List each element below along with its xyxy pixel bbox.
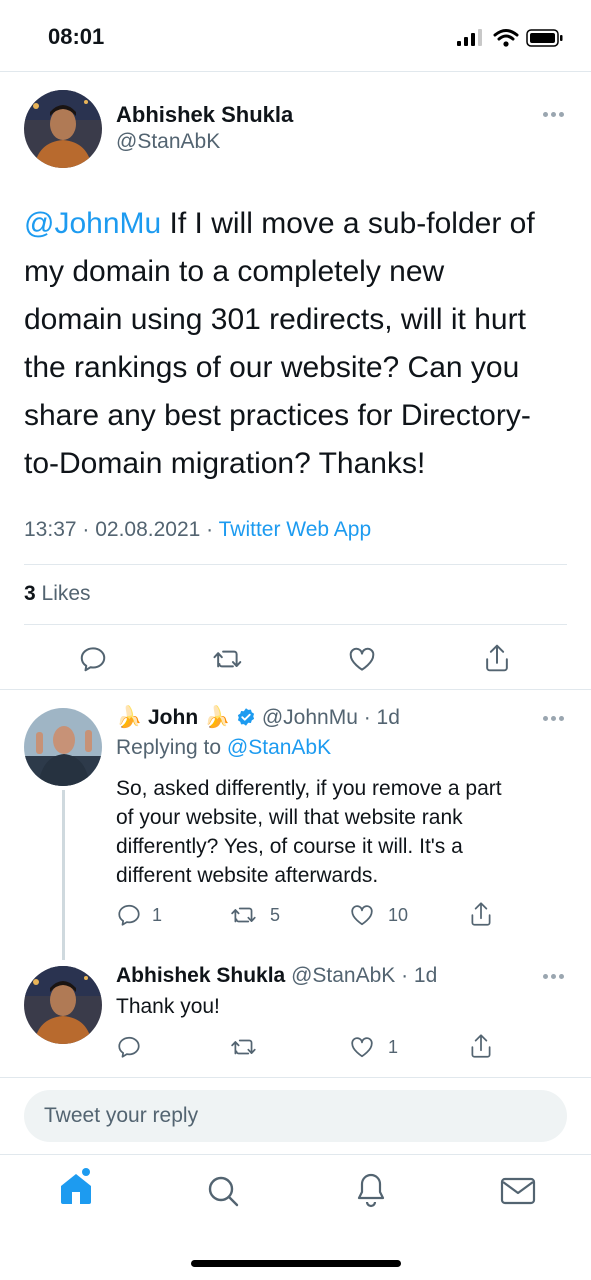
thread-connector	[62, 790, 65, 960]
reply2-header: Abhishek Shukla @StanAbK · 1d	[116, 964, 437, 988]
reply2-author-name[interactable]: Abhishek Shukla	[116, 964, 285, 987]
reply1-line-4: different website afterwards.	[116, 864, 379, 887]
tweet-timestamp: 13:37 · 02.08.2021 ·	[24, 518, 214, 541]
reply1-reply-icon[interactable]	[116, 902, 142, 928]
replying-to: Replying to @StanAbK	[116, 736, 331, 760]
likes-count: 3	[24, 582, 36, 605]
battery-icon	[526, 28, 564, 48]
more-options-icon[interactable]	[543, 112, 564, 117]
tweet-line-3: domain using 301 redirects, will it hurt	[24, 303, 526, 336]
like-icon[interactable]	[346, 644, 378, 674]
author-name[interactable]: Abhishek Shukla	[116, 102, 293, 128]
reply2-like-icon[interactable]	[348, 1034, 376, 1060]
reply1-retweet-count: 5	[270, 905, 281, 925]
reply-icon[interactable]	[78, 644, 108, 674]
tweet-text: @JohnMu If I will move a sub-folder of m…	[24, 200, 574, 488]
reply1-header: 🍌 John 🍌 @JohnMu · 1d	[116, 706, 400, 730]
banana-emoji-suffix: 🍌	[204, 706, 231, 729]
tweet-line-5: share any best practices for Directory-	[24, 399, 531, 432]
tweet-meta: 13:37 · 02.08.2021 · Twitter Web App	[24, 518, 371, 542]
author-handle[interactable]: @StanAbK	[116, 130, 220, 154]
reply1-reply-count: 1	[152, 905, 163, 925]
reply2-retweet-icon[interactable]	[230, 1034, 258, 1060]
reply1-line-2: of your website, will that website rank	[116, 806, 463, 829]
header-divider	[0, 71, 591, 72]
share-icon[interactable]	[482, 642, 512, 674]
messages-icon[interactable]	[500, 1176, 536, 1206]
reply2-handle-time[interactable]: @StanAbK · 1d	[291, 964, 437, 987]
cellular-signal-icon	[456, 28, 484, 48]
wifi-icon	[493, 28, 519, 48]
reply1-share-icon[interactable]	[468, 900, 494, 928]
reply-author-avatar[interactable]	[24, 708, 102, 786]
tweet-line-2: my domain to a completely new	[24, 255, 445, 288]
tweet-line-6: to-Domain migration? Thanks!	[24, 447, 426, 480]
likes-stat[interactable]: 3 Likes	[24, 582, 91, 606]
likes-label: Likes	[41, 582, 91, 605]
reply2-text: Thank you!	[116, 995, 220, 1018]
reply1-line-1: So, asked differently, if you remove a p…	[116, 777, 502, 800]
replying-to-label: Replying to	[116, 736, 222, 759]
reply1-like-count: 10	[388, 905, 409, 925]
search-icon[interactable]	[206, 1174, 240, 1208]
reply1-text: So, asked differently, if you remove a p…	[116, 774, 502, 890]
tweet-line-1: @JohnMu If I will move a sub-folder of	[24, 200, 574, 248]
actions-divider	[0, 689, 591, 690]
reply2-like-count: 1	[388, 1037, 399, 1057]
tweet-text-segment: If I will move a sub-folder of	[169, 207, 535, 240]
reply1-line-3: differently? Yes, of course it will. It'…	[116, 835, 463, 858]
author-avatar[interactable]	[24, 90, 102, 168]
reply2-reply-icon[interactable]	[116, 1034, 142, 1060]
home-icon[interactable]	[58, 1168, 94, 1206]
replying-to-handle[interactable]: @StanAbK	[227, 736, 331, 759]
tweet-source[interactable]: Twitter Web App	[219, 518, 372, 541]
reply1-author-name[interactable]: John	[148, 706, 198, 729]
verified-icon	[236, 707, 256, 727]
composer-top-divider	[0, 1077, 591, 1078]
reply1-more-options-icon[interactable]	[543, 716, 564, 721]
reply1-handle-time[interactable]: @JohnMu · 1d	[262, 706, 400, 729]
notifications-icon[interactable]	[356, 1172, 386, 1208]
reply2-more-options-icon[interactable]	[543, 974, 564, 979]
home-indicator[interactable]	[191, 1260, 401, 1267]
reply1-retweet-icon[interactable]	[230, 902, 258, 928]
meta-divider	[24, 564, 567, 565]
mention-link[interactable]: @JohnMu	[24, 207, 161, 240]
reply2-author-avatar[interactable]	[24, 966, 102, 1044]
status-bar: 08:01	[0, 0, 591, 72]
reply-composer-placeholder: Tweet your reply	[44, 1104, 199, 1127]
reply1-like-icon[interactable]	[348, 902, 376, 928]
reply2-share-icon[interactable]	[468, 1032, 494, 1060]
reply-composer[interactable]: Tweet your reply	[24, 1090, 567, 1142]
banana-emoji-prefix: 🍌	[116, 706, 143, 729]
tabbar-top-divider	[0, 1154, 591, 1155]
tweet-line-4: the rankings of our website? Can you	[24, 351, 520, 384]
status-time: 08:01	[48, 24, 105, 49]
retweet-icon[interactable]	[212, 644, 244, 674]
stats-divider	[24, 624, 567, 625]
